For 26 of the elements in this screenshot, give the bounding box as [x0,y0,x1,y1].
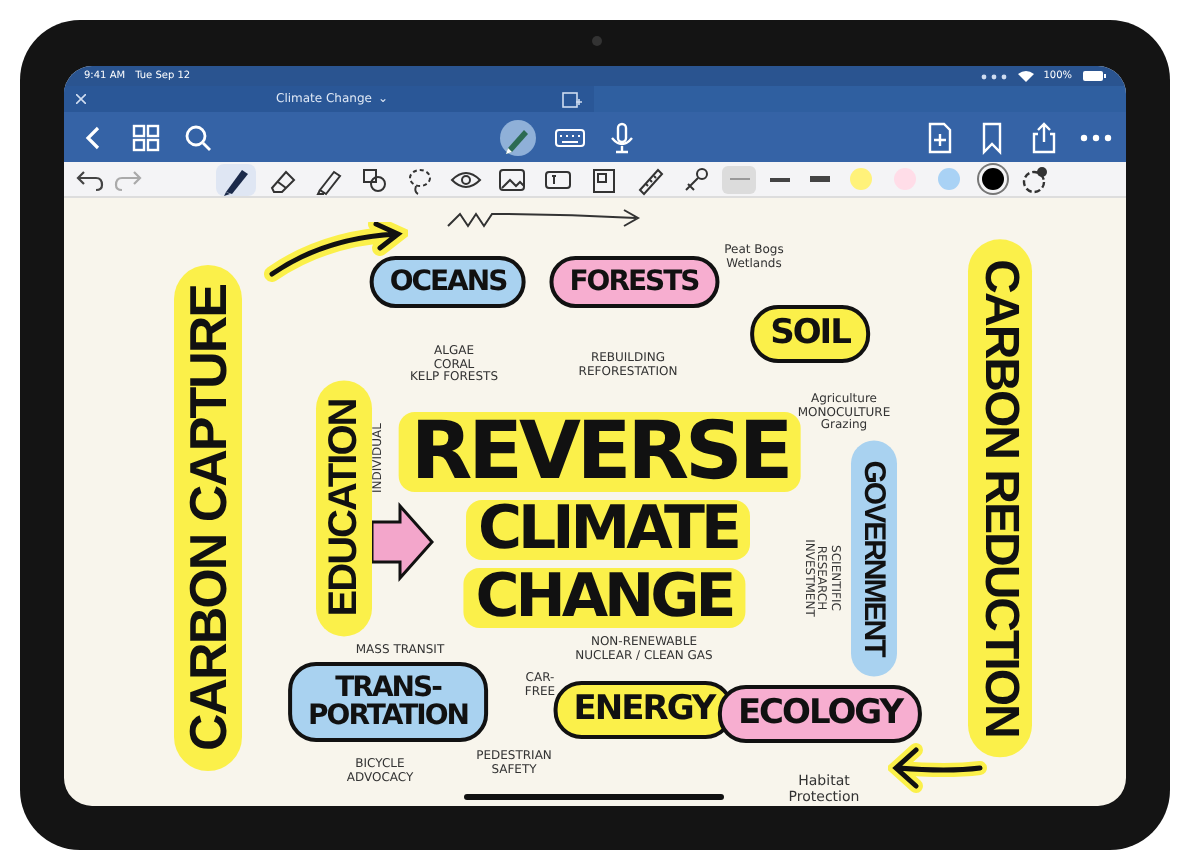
arrow-drawing [368,502,436,582]
wifi-icon [1017,70,1034,82]
color-picker-icon[interactable] [1018,163,1050,195]
arrow-drawing [888,742,988,794]
handwritten-label: SOIL [750,305,870,363]
close-icon[interactable] [76,94,86,104]
handwritten-heading: EDUCATION [316,379,372,637]
color-swatch[interactable] [850,168,872,190]
camera-icon [592,36,602,46]
handwritten-label: FORESTS [549,256,719,308]
new-tab-icon[interactable] [562,91,582,107]
undo-icon[interactable] [74,165,106,193]
handwritten-title: REVERSE [398,412,802,492]
handwritten-label: TRANS- PORTATION [288,662,488,742]
color-swatch[interactable] [938,168,960,190]
color-swatch[interactable] [982,168,1004,190]
handwritten-heading: CARBON CAPTURE [174,265,242,771]
battery-icon [1082,70,1106,82]
more-icon [979,73,1008,79]
handwritten-heading: GOVERNMENT [851,440,897,676]
pen-icon[interactable] [216,163,256,195]
handwritten-title: CHANGE [463,568,745,628]
handwritten-label: ECOLOGY [717,685,923,743]
handwritten-heading: CARBON REDUCTION [968,239,1032,757]
handwritten-label: OCEANS [369,256,527,308]
handwritten-title: CLIMATE [466,500,750,560]
